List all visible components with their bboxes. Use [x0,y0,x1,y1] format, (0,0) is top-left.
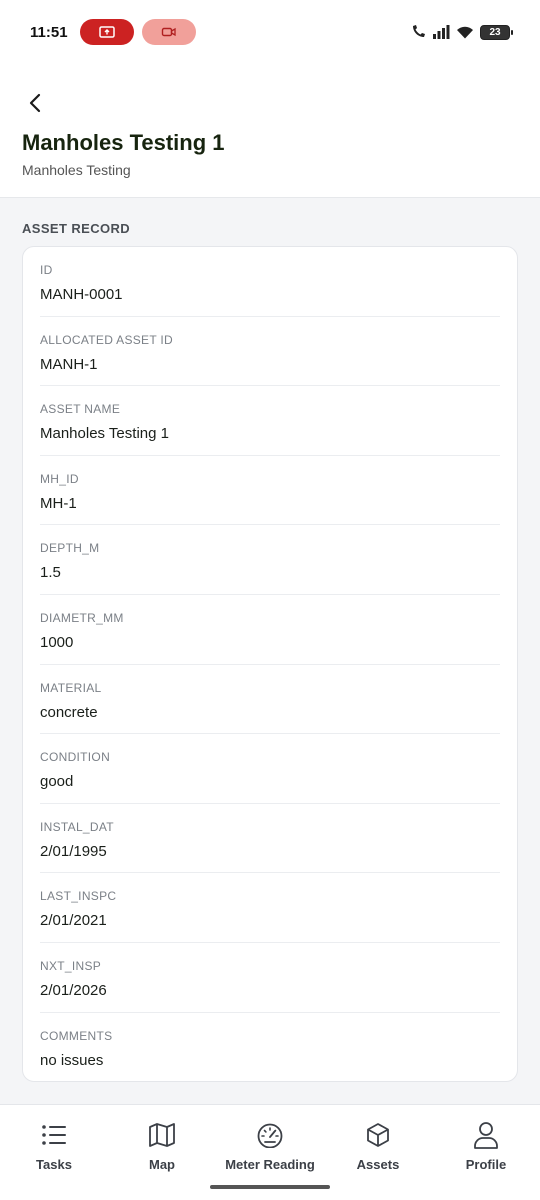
field-material: MATERIAL concrete [40,665,500,735]
wifi-call-icon [413,25,425,37]
status-icons: 23 [410,24,513,40]
field-label: CONDITION [40,750,111,765]
field-value: concrete [40,703,98,721]
field-label: INSTAL_DAT [40,819,114,834]
person-icon [472,1121,500,1149]
home-indicator[interactable] [210,1185,330,1189]
field-value: 1000 [40,633,74,651]
list-icon [40,1121,68,1149]
field-diameter: DIAMETR_MM 1000 [40,595,500,665]
field-label: LAST_INSPC [40,889,117,904]
field-value: 2/01/2026 [40,981,107,999]
page-title: Manholes Testing 1 [22,130,225,155]
field-label: DEPTH_M [40,541,100,556]
field-value: Manholes Testing 1 [40,425,169,443]
wifi-icon [457,26,473,39]
field-value: no issues [40,1051,104,1069]
section-label: ASSET RECORD [22,221,131,236]
field-label: ALLOCATED ASSET ID [40,332,173,347]
asset-record-card: ID MANH-0001 ALLOCATED ASSET ID MANH-1 A… [22,246,518,1082]
field-label: NXT_INSP [40,958,102,973]
field-label: ASSET NAME [40,402,121,417]
camera-indicator [142,19,196,45]
nav-label: Assets [356,1157,400,1172]
field-id: ID MANH-0001 [40,247,500,317]
field-condition: CONDITION good [40,734,500,804]
bottom-nav: Tasks Map Meter Reading Assets Profile [0,1104,540,1200]
field-comments: COMMENTS no issues [40,1013,500,1083]
screen-record-indicator [80,19,134,45]
field-value: good [40,773,74,791]
field-mh-id: MH_ID MH-1 [40,456,500,526]
chevron-left-icon [29,93,41,113]
field-label: MATERIAL [40,680,102,695]
status-bar: 11:51 23 [0,0,540,64]
video-camera-icon [161,27,176,37]
nav-assets[interactable]: Assets [324,1105,432,1181]
map-icon [148,1121,176,1149]
page-subtitle: Manholes Testing [22,162,131,178]
field-label: ID [40,263,53,277]
back-button[interactable] [22,90,48,116]
page-header: Manholes Testing 1 Manholes Testing [0,64,540,198]
field-last-inspection: LAST_INSPC 2/01/2021 [40,873,500,943]
nav-profile[interactable]: Profile [432,1105,540,1181]
gauge-icon [256,1121,284,1149]
field-value: 2/01/2021 [40,912,107,930]
field-next-inspection: NXT_INSP 2/01/2026 [40,943,500,1013]
nav-label: Map [149,1157,175,1172]
field-allocated-asset-id: ALLOCATED ASSET ID MANH-1 [40,317,500,387]
field-label: COMMENTS [40,1028,113,1043]
signal-icon [433,25,450,39]
battery-icon: 23 [480,24,513,40]
nav-tasks[interactable]: Tasks [0,1105,108,1181]
nav-meter-reading[interactable]: Meter Reading [216,1105,324,1181]
field-value: MH-1 [40,494,77,512]
field-value: 1.5 [40,564,61,582]
status-time: 11:51 [30,23,68,41]
nav-label: Meter Reading [225,1157,315,1172]
field-value: MANH-0001 [40,286,123,303]
screen-share-icon [99,26,115,38]
nav-label: Tasks [36,1157,72,1172]
nav-label: Profile [465,1157,507,1172]
field-install-date: INSTAL_DAT 2/01/1995 [40,804,500,874]
field-label: MH_ID [40,471,79,486]
field-value: 2/01/1995 [40,842,107,860]
nav-map[interactable]: Map [108,1105,216,1181]
cube-icon [364,1121,392,1149]
field-asset-name: ASSET NAME Manholes Testing 1 [40,386,500,456]
field-label: DIAMETR_MM [40,610,124,625]
field-value: MANH-1 [40,355,98,373]
field-depth: DEPTH_M 1.5 [40,525,500,595]
